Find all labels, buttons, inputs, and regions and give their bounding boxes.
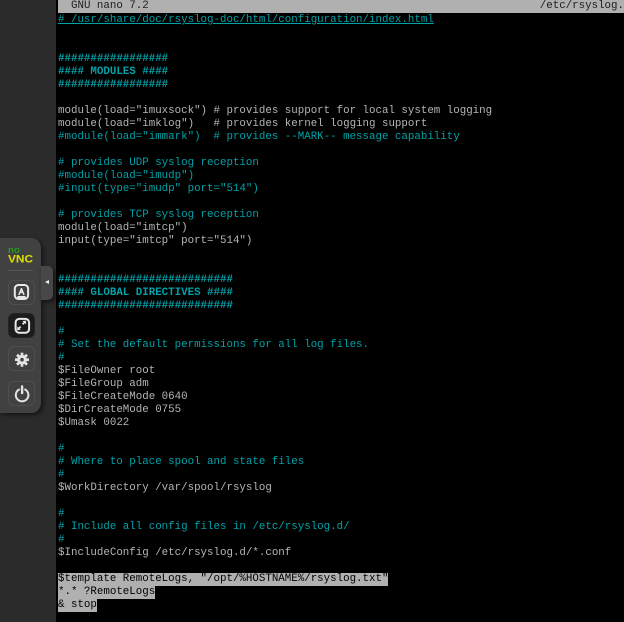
svg-text:VNC: VNC [8, 254, 33, 265]
